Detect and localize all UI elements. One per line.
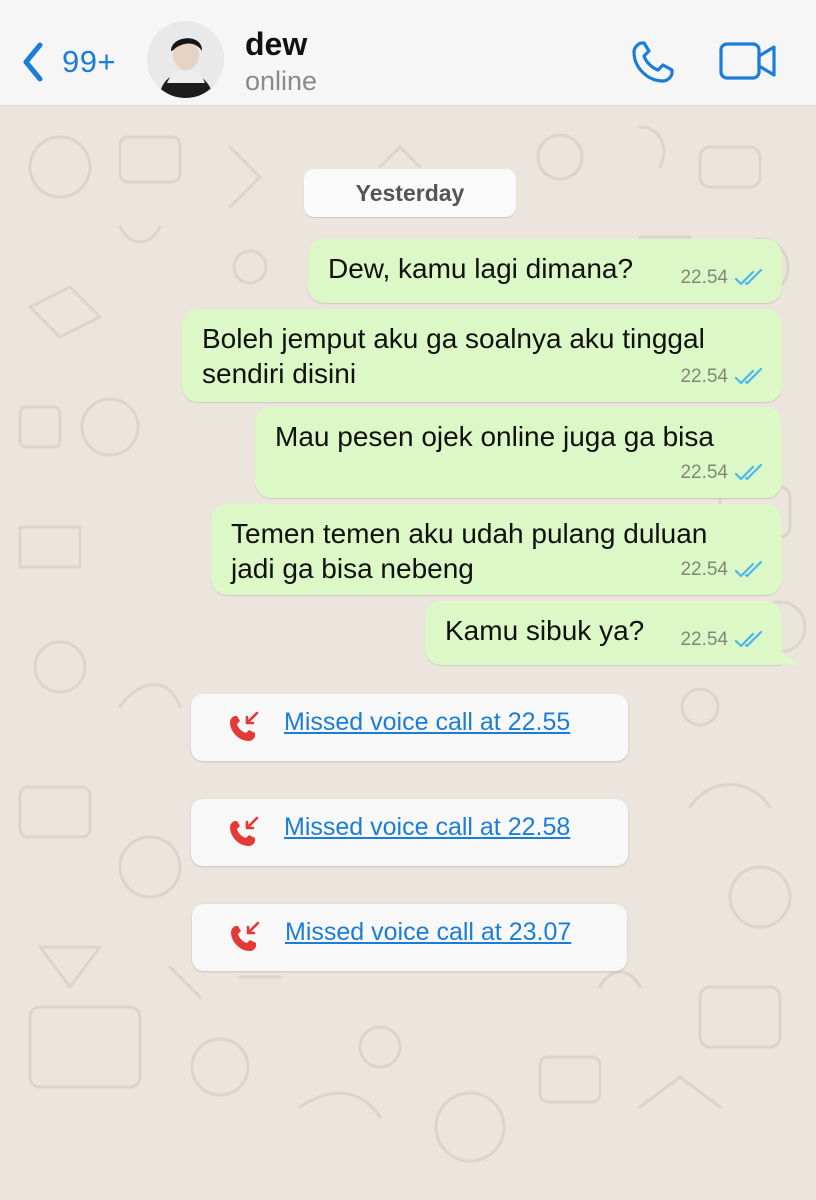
chat-header: 99+ dew online [0, 0, 816, 106]
missed-call-link[interactable]: Missed voice call at 23.07 [285, 918, 571, 947]
message-line: Kamu sibuk ya? [445, 615, 645, 646]
message-text: Boleh jemput aku ga soalnya aku tinggal … [202, 321, 705, 391]
missed-call-link[interactable]: Missed voice call at 22.55 [284, 708, 570, 737]
message-line: Temen temen aku udah pulang duluan [231, 518, 708, 549]
message-time: 22.54 [680, 462, 728, 483]
message-line: Dew, kamu lagi dimana? [328, 253, 634, 284]
message-text: Mau pesen ojek online juga ga bisa [275, 419, 714, 454]
outgoing-message[interactable]: Temen temen aku udah pulang duluan jadi … [211, 504, 782, 595]
message-time: 22.54 [680, 559, 728, 580]
message-text: Kamu sibuk ya? [445, 613, 644, 648]
message-time: 22.54 [680, 366, 728, 387]
message-meta: 22.54 [680, 260, 766, 295]
message-line: Boleh jemput aku ga soalnya aku tinggal [202, 323, 705, 354]
outgoing-message[interactable]: Kamu sibuk ya? 22.54 [425, 601, 782, 665]
message-time: 22.54 [680, 267, 728, 288]
double-check-icon [734, 463, 763, 480]
message-meta: 22.54 [680, 552, 766, 587]
message-time: 22.54 [680, 629, 728, 650]
phone-icon [632, 41, 674, 83]
message-line: sendiri disini [202, 358, 357, 389]
video-camera-icon [719, 42, 776, 80]
missed-call-link[interactable]: Missed voice call at 22.58 [284, 813, 570, 842]
missed-call-notice[interactable]: Missed voice call at 23.07 [192, 904, 627, 971]
chat-area[interactable]: Yesterday Dew, kamu lagi dimana? 22.54 B… [0, 107, 816, 1200]
message-text: Temen temen aku udah pulang duluan jadi … [231, 516, 707, 586]
outgoing-message[interactable]: Dew, kamu lagi dimana? 22.54 [308, 239, 782, 303]
date-separator: Yesterday [304, 169, 516, 217]
message-text: Dew, kamu lagi dimana? [328, 251, 633, 286]
contact-name[interactable]: dew [245, 26, 307, 63]
missed-call-notice[interactable]: Missed voice call at 22.55 [191, 694, 628, 761]
chevron-left-icon [23, 42, 43, 82]
outgoing-message[interactable]: Mau pesen ojek online juga ga bisa 22.54 [255, 407, 782, 498]
double-check-icon [734, 560, 763, 577]
outgoing-message[interactable]: Boleh jemput aku ga soalnya aku tinggal … [182, 309, 782, 402]
message-line: jadi ga bisa nebeng [231, 553, 474, 584]
missed-call-notice[interactable]: Missed voice call at 22.58 [191, 799, 628, 866]
double-check-icon [734, 268, 763, 285]
message-meta: 22.54 [680, 455, 766, 490]
missed-call-icon [230, 711, 259, 741]
back-button[interactable]: 99+ [18, 36, 138, 88]
avatar[interactable] [147, 21, 224, 98]
avatar-image [147, 21, 224, 98]
message-meta: 22.54 [680, 359, 766, 394]
voice-call-button[interactable] [628, 38, 676, 86]
unread-count: 99+ [62, 44, 117, 79]
double-check-icon [734, 630, 763, 647]
double-check-icon [734, 367, 763, 384]
message-meta: 22.54 [680, 622, 766, 657]
contact-status: online [245, 66, 318, 96]
missed-call-icon [230, 816, 259, 846]
missed-call-icon [231, 921, 260, 951]
message-line: Mau pesen ojek online juga ga bisa [275, 421, 714, 452]
video-call-button[interactable] [718, 40, 778, 82]
bubble-tail [772, 633, 804, 665]
